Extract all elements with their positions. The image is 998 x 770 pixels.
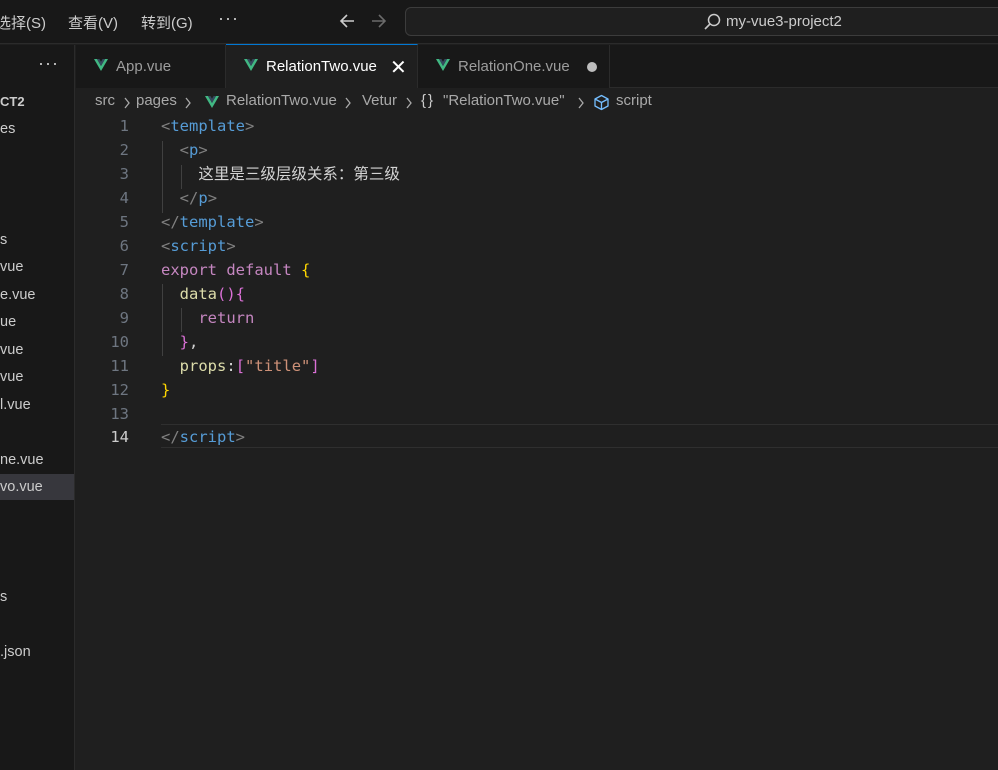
line-number: 7: [119, 261, 129, 279]
chevron-right-icon: [345, 97, 351, 109]
vue-file-icon: [205, 96, 219, 108]
chevron-right-icon: [124, 97, 130, 109]
explorer-project-root[interactable]: CT2: [0, 89, 74, 115]
line-number: 9: [119, 309, 129, 327]
breadcrumb-src[interactable]: src: [95, 92, 115, 109]
tab-app-vue[interactable]: App.vue: [76, 45, 226, 88]
menu-selection[interactable]: 选择(S): [0, 12, 46, 33]
forward-arrow-icon[interactable]: [368, 9, 390, 33]
title-bar: 选择(S) 查看(V) 转到(G) ··· my-vue3-project2: [0, 0, 998, 44]
search-icon: [704, 13, 721, 30]
code-line[interactable]: 7 export default {: [76, 258, 998, 282]
back-arrow-icon[interactable]: [336, 9, 358, 33]
code-line[interactable]: 2 <p>: [76, 138, 998, 162]
explorer-sidebar: ··· CT2 es s vue e.vue ue vue vue l.vue …: [0, 45, 75, 770]
menu-go[interactable]: 转到(G): [141, 12, 193, 33]
sidebar-more-icon[interactable]: ···: [38, 53, 59, 74]
vue-file-icon: [244, 59, 258, 71]
code-line[interactable]: 9 return: [76, 306, 998, 330]
braces-icon: {}: [421, 92, 436, 109]
tab-label: RelationTwo.vue: [266, 58, 377, 75]
code-editor[interactable]: 1 <template> 2 <p> 3 这里是三级层级关系：第三级 4 </p…: [76, 114, 998, 770]
line-number: 5: [119, 213, 129, 231]
tab-relationone-vue[interactable]: RelationOne.vue: [418, 45, 610, 88]
line-number: 6: [119, 237, 129, 255]
explorer-item[interactable]: vue: [0, 254, 74, 280]
command-center-search[interactable]: my-vue3-project2: [405, 7, 998, 36]
code-line[interactable]: 1 <template>: [76, 114, 998, 138]
explorer-item[interactable]: es: [0, 116, 74, 142]
code-line[interactable]: 12 }: [76, 378, 998, 402]
search-text: my-vue3-project2: [726, 13, 842, 30]
code-line[interactable]: 13: [76, 402, 998, 426]
explorer-item-selected[interactable]: vo.vue: [0, 474, 74, 500]
line-number: 11: [110, 357, 129, 375]
explorer-item[interactable]: ne.vue: [0, 447, 74, 473]
menu-view[interactable]: 查看(V): [68, 12, 118, 33]
explorer-item[interactable]: s: [0, 227, 74, 253]
code-line[interactable]: 5 </template>: [76, 210, 998, 234]
more-menu-icon[interactable]: ···: [218, 8, 239, 29]
line-number: 3: [119, 165, 129, 183]
close-icon[interactable]: ✕: [390, 55, 407, 80]
vue-file-icon: [436, 59, 450, 71]
explorer-item[interactable]: vue: [0, 364, 74, 390]
code-line[interactable]: 3 这里是三级层级关系：第三级: [76, 162, 998, 186]
explorer-item[interactable]: l.vue: [0, 392, 74, 418]
line-number: 12: [110, 381, 129, 399]
unsaved-dot-icon[interactable]: [587, 62, 597, 72]
vue-file-icon: [94, 59, 108, 71]
tab-relationtwo-vue[interactable]: RelationTwo.vue ✕: [226, 44, 418, 88]
chevron-right-icon: [185, 97, 191, 109]
breadcrumb-script[interactable]: script: [616, 92, 652, 109]
breadcrumb-pages[interactable]: pages: [136, 92, 177, 109]
line-number: 8: [119, 285, 129, 303]
explorer-item[interactable]: .json: [0, 639, 74, 665]
code-line[interactable]: 8 data(){: [76, 282, 998, 306]
line-number-active: 14: [110, 428, 129, 446]
line-number: 13: [110, 405, 129, 423]
line-number: 4: [119, 189, 129, 207]
explorer-item[interactable]: e.vue: [0, 282, 74, 308]
breadcrumb-file[interactable]: RelationTwo.vue: [226, 92, 337, 109]
code-line[interactable]: 4 </p>: [76, 186, 998, 210]
tab-label: App.vue: [116, 58, 172, 75]
editor-tab-bar: App.vue RelationTwo.vue ✕ RelationOne.vu…: [76, 44, 998, 88]
tab-label: RelationOne.vue: [458, 58, 570, 75]
cube-icon: [594, 94, 609, 111]
code-line[interactable]: 11 props:["title"]: [76, 354, 998, 378]
explorer-item[interactable]: ue: [0, 309, 74, 335]
chevron-right-icon: [406, 97, 412, 109]
code-line-current[interactable]: 14 </script>: [110, 424, 998, 448]
code-line[interactable]: 6 <script>: [76, 234, 998, 258]
code-line[interactable]: 10 },: [76, 330, 998, 354]
explorer-item[interactable]: vue: [0, 337, 74, 363]
line-number: 10: [110, 333, 129, 351]
breadcrumb-vetur[interactable]: Vetur: [362, 92, 397, 109]
breadcrumb-component[interactable]: "RelationTwo.vue": [443, 92, 565, 109]
line-number: 1: [119, 117, 129, 135]
line-number: 2: [119, 141, 129, 159]
explorer-item[interactable]: s: [0, 584, 74, 610]
chevron-right-icon: [578, 97, 584, 109]
